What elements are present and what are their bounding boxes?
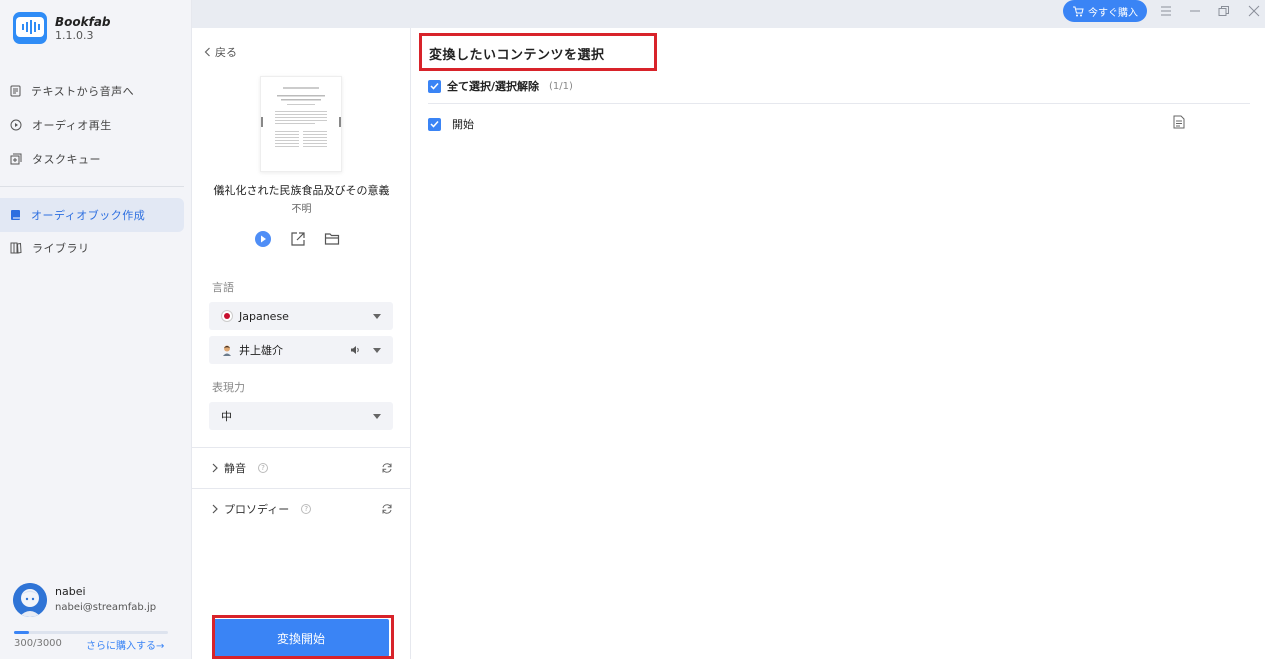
book-title: 儀礼化された民族食品及びその意義 — [213, 184, 390, 197]
sidebar-item-task-queue[interactable]: タスクキュー — [0, 142, 184, 176]
app-version: 1.1.0.3 — [55, 28, 94, 42]
chevron-left-icon — [204, 47, 211, 57]
sidebar-item-label: オーディオ再生 — [32, 119, 112, 132]
silence-label: 静音 — [224, 461, 246, 475]
checkbox-checked-icon — [428, 79, 441, 93]
expression-value: 中 — [221, 410, 232, 423]
avatar — [13, 583, 47, 617]
book-author: 不明 — [291, 204, 312, 215]
highlight-box — [419, 33, 657, 71]
title-bar: 今すぐ購入 — [192, 0, 1265, 28]
sidebar-item-text-to-speech[interactable]: テキストから音声へ — [0, 74, 184, 108]
document-icon — [10, 85, 21, 97]
user-email: nabei@streamfab.jp — [55, 602, 157, 613]
app-brand: Bookfab 1.1.0.3 — [13, 12, 111, 44]
voice-avatar-icon — [221, 344, 233, 356]
divider — [428, 103, 1250, 104]
user-profile[interactable]: nabei nabei@streamfab.jp — [13, 583, 156, 617]
back-button[interactable]: 戻る — [204, 44, 237, 60]
play-circle-icon — [10, 119, 22, 131]
refresh-icon[interactable] — [381, 503, 393, 515]
language-value: Japanese — [239, 309, 289, 323]
book-icon — [10, 209, 21, 221]
sidebar-item-audio-playback[interactable]: オーディオ再生 — [0, 108, 184, 142]
help-icon[interactable]: ? — [301, 503, 312, 514]
chevron-right-icon — [212, 504, 218, 514]
content-selection-panel: 変換したいコンテンツを選択 全て選択/選択解除 (1/1) 開始 — [411, 28, 1265, 659]
list-item[interactable]: 開始 — [428, 114, 1250, 134]
language-select[interactable]: Japanese — [209, 302, 393, 330]
chevron-right-icon — [212, 463, 218, 473]
buy-now-label: 今すぐ購入 — [1088, 7, 1138, 19]
quota-progress-fill — [14, 631, 30, 634]
voice-select[interactable]: 井上雄介 — [209, 336, 393, 364]
expression-select[interactable]: 中 — [209, 402, 393, 430]
checkbox-checked-icon[interactable] — [428, 117, 441, 131]
restore-icon[interactable] — [1214, 2, 1234, 20]
sidebar-item-library[interactable]: ライブラリ — [0, 231, 184, 265]
user-name: nabei — [55, 585, 86, 598]
caret-down-icon — [373, 313, 381, 319]
queue-icon — [10, 153, 22, 165]
cart-icon — [1072, 6, 1084, 17]
speaker-icon[interactable] — [350, 345, 361, 355]
language-label: 言語 — [212, 281, 234, 294]
bookfab-logo-icon — [13, 12, 47, 44]
sidebar-item-label: タスクキュー — [32, 153, 101, 166]
book-actions — [254, 230, 340, 248]
caret-down-icon — [373, 347, 381, 353]
silence-section[interactable]: 静音 ? — [192, 447, 411, 487]
app-name: Bookfab — [55, 14, 111, 29]
buy-now-button[interactable]: 今すぐ購入 — [1063, 0, 1147, 22]
book-settings-panel: 戻る 儀礼化された民族食品及びその意義 不明 言語 Japanese 井上雄介 … — [192, 28, 411, 659]
buy-more-link[interactable]: さらに購入する→ — [86, 637, 164, 652]
highlight-box — [212, 615, 394, 659]
quota-text: 300/3000 — [14, 638, 62, 649]
prosody-label: プロソディー — [224, 502, 290, 516]
japan-flag-icon — [221, 310, 233, 322]
document-icon[interactable] — [1173, 115, 1185, 129]
play-button[interactable] — [254, 230, 272, 248]
menu-icon[interactable] — [1156, 2, 1176, 20]
sidebar-item-audiobook-create[interactable]: オーディオブック作成 — [0, 198, 184, 232]
sidebar-item-label: テキストから音声へ — [31, 85, 135, 98]
minimize-icon[interactable] — [1185, 2, 1205, 20]
select-all-count: (1/1) — [549, 80, 573, 92]
sidebar: Bookfab 1.1.0.3 テキストから音声へ オーディオ再生 タスクキュー… — [0, 0, 192, 659]
close-icon[interactable] — [1244, 2, 1264, 20]
sidebar-item-label: ライブラリ — [32, 242, 90, 255]
library-icon — [10, 242, 22, 254]
sidebar-item-label: オーディオブック作成 — [31, 209, 146, 222]
expression-label: 表現力 — [212, 381, 245, 394]
nav-divider — [0, 186, 184, 187]
voice-value: 井上雄介 — [239, 344, 283, 357]
folder-icon[interactable] — [324, 231, 340, 247]
prosody-section[interactable]: プロソディー ? — [192, 488, 411, 528]
open-external-icon[interactable] — [290, 231, 306, 247]
refresh-icon[interactable] — [381, 462, 393, 474]
help-icon[interactable]: ? — [258, 462, 268, 473]
quota-progress-bar — [14, 631, 168, 634]
chapter-label: 開始 — [452, 118, 474, 131]
book-cover — [260, 76, 342, 172]
caret-down-icon — [373, 413, 381, 419]
select-all-label: 全て選択/選択解除 — [447, 80, 540, 93]
back-label: 戻る — [215, 46, 237, 59]
select-all-checkbox[interactable]: 全て選択/選択解除 (1/1) — [428, 78, 573, 94]
